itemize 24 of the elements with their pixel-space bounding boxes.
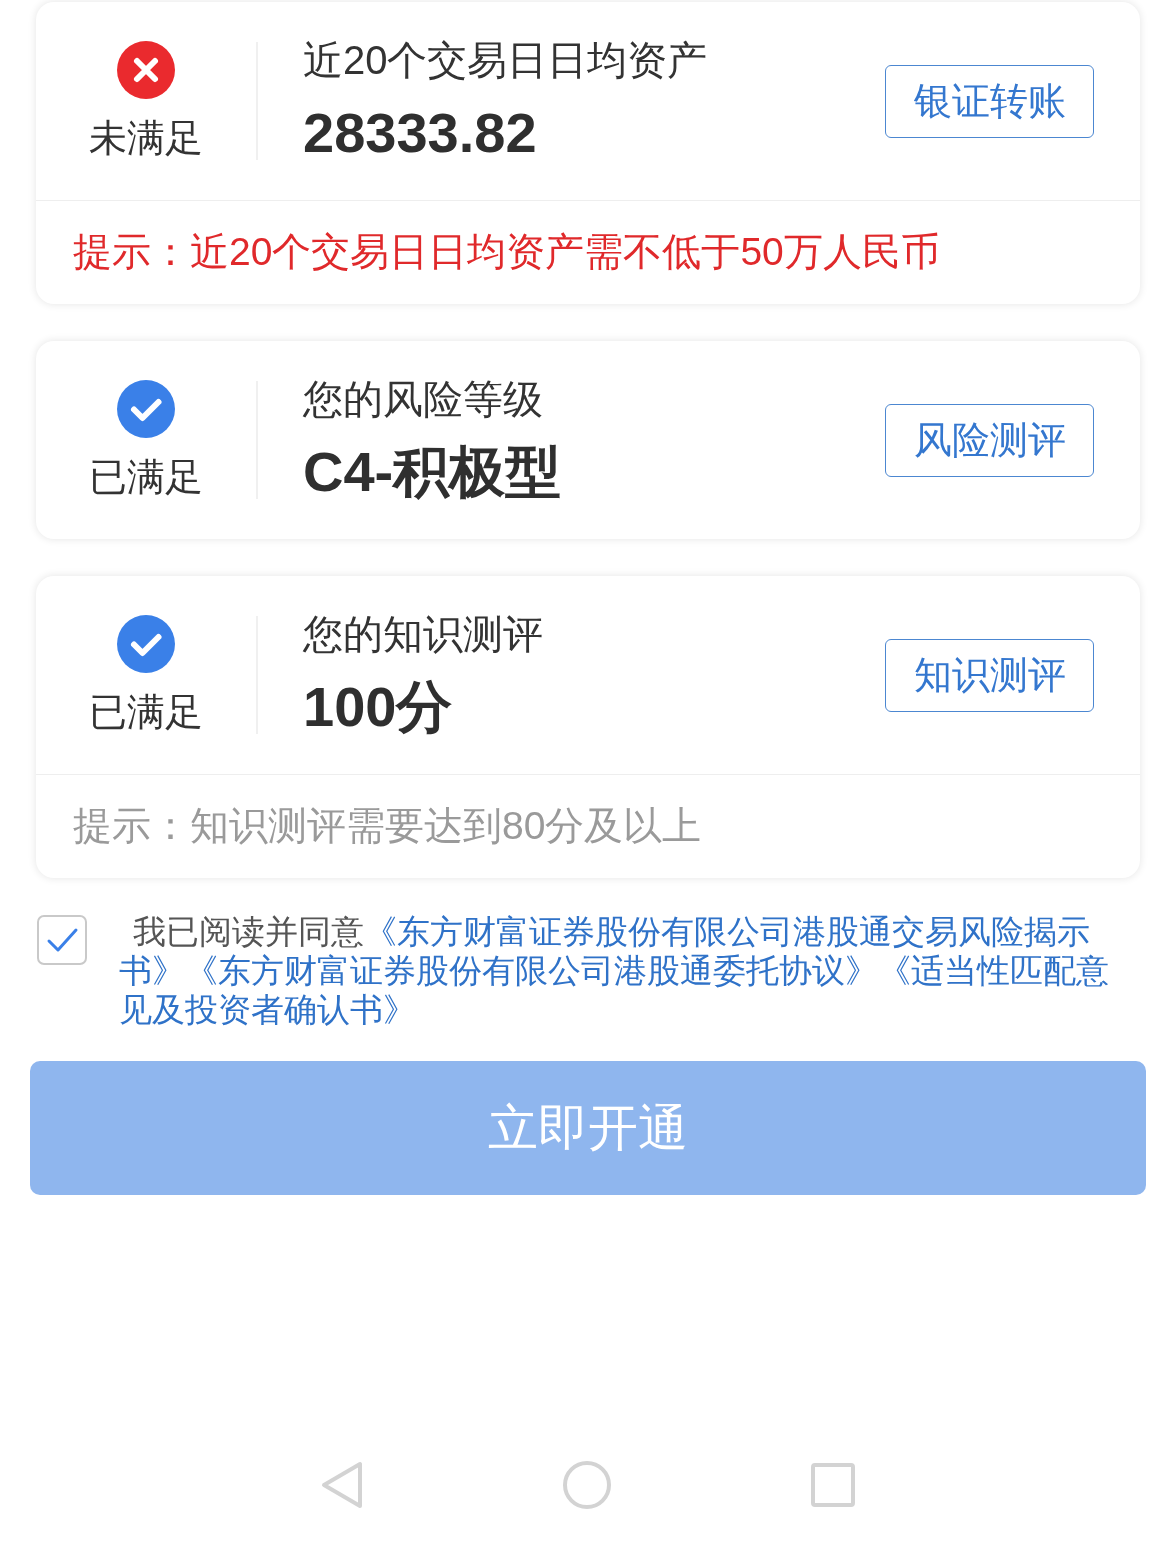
requirement-title: 近20个交易日日均资产	[303, 36, 709, 84]
action-button[interactable]: 知识测评	[885, 638, 1094, 712]
status-label: 已满足	[89, 455, 203, 500]
document-link[interactable]: 《东方财富证券股份有限公司港股通交易风险揭示	[364, 913, 1090, 950]
action-button[interactable]: 银证转账	[885, 64, 1094, 138]
requirement-title: 您的知识测评	[303, 610, 544, 658]
back-icon[interactable]	[321, 1461, 363, 1509]
recent-apps-icon[interactable]	[811, 1463, 855, 1507]
hint-text: 提示：近20个交易日日均资产需不低于50万人民币	[36, 200, 1140, 304]
document-link[interactable]: 《东方财富证券股份有限公司港股通委托协议》	[185, 952, 878, 989]
requirement-value: C4-积极型	[303, 438, 563, 505]
agreement-text: 我已阅读并同意	[133, 913, 364, 950]
hint-text: 提示：知识测评需要达到80分及以上	[36, 774, 1140, 878]
home-icon[interactable]	[563, 1461, 611, 1509]
document-link[interactable]: 《适当性匹配意	[878, 952, 1109, 989]
document-link[interactable]: 书》	[119, 952, 185, 989]
document-link[interactable]: 见及投资者确认书》	[119, 991, 416, 1028]
checkbox[interactable]	[37, 915, 87, 965]
status-label: 未满足	[89, 116, 203, 161]
action-button[interactable]: 风险测评	[885, 403, 1094, 477]
status-label: 已满足	[89, 690, 203, 735]
requirement-title: 您的风险等级	[303, 375, 544, 423]
requirement-value: 100分	[303, 673, 454, 740]
requirement-value: 28333.82	[303, 99, 538, 166]
